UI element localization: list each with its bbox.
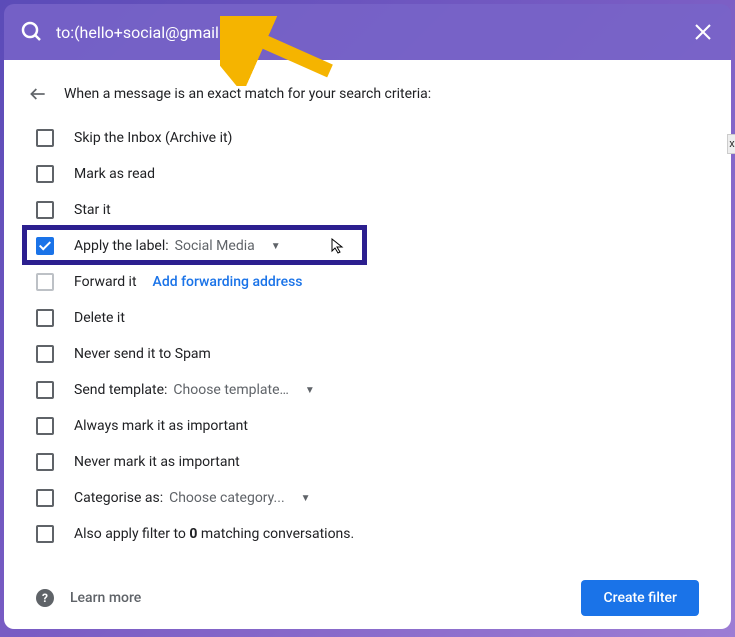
panel-header: When a message is an exact match for you…	[12, 80, 723, 120]
learn-more-text: Learn more	[70, 590, 141, 606]
checkbox-never-important[interactable]	[36, 453, 54, 471]
option-skip-inbox: Skip the Inbox (Archive it)	[12, 120, 723, 156]
option-send-template: Send template: Choose template… ▼	[12, 372, 723, 408]
close-icon[interactable]	[691, 20, 715, 44]
option-mark-important: Always mark it as important	[12, 408, 723, 444]
option-star: Star it	[12, 192, 723, 228]
checkbox-mark-read[interactable]	[36, 165, 54, 183]
filter-panel: x When a message is an exact match for y…	[4, 60, 731, 629]
cursor-icon	[330, 238, 346, 254]
option-apply-label: Apply the label: Social Media ▼	[12, 228, 723, 264]
checkbox-star[interactable]	[36, 201, 54, 219]
label-delete: Delete it	[74, 310, 125, 326]
help-icon: ?	[36, 589, 54, 607]
learn-more-link[interactable]: ? Learn more	[36, 589, 141, 607]
option-delete: Delete it	[12, 300, 723, 336]
label-categorise: Categorise as:	[74, 490, 163, 506]
label-star: Star it	[74, 202, 111, 218]
dropdown-send-template-value: Choose template…	[173, 382, 288, 398]
checkbox-delete[interactable]	[36, 309, 54, 327]
chevron-down-icon: ▼	[271, 241, 281, 252]
checkbox-mark-important[interactable]	[36, 417, 54, 435]
option-forward: Forward it Add forwarding address	[12, 264, 723, 300]
checkbox-also-apply[interactable]	[36, 525, 54, 543]
checkbox-categorise[interactable]	[36, 489, 54, 507]
checkbox-send-template[interactable]	[36, 381, 54, 399]
create-filter-button[interactable]: Create filter	[581, 580, 699, 616]
label-apply-label: Apply the label:	[74, 238, 169, 254]
option-categorise: Categorise as: Choose category... ▼	[12, 480, 723, 516]
option-never-spam: Never send it to Spam	[12, 336, 723, 372]
back-icon[interactable]	[28, 84, 48, 104]
dropdown-apply-label[interactable]: Social Media ▼	[175, 238, 281, 254]
header-text: When a message is an exact match for you…	[64, 86, 431, 102]
label-never-spam: Never send it to Spam	[74, 346, 211, 362]
panel-footer: ? Learn more Create filter	[12, 560, 723, 616]
search-query[interactable]: to:(hello+social@gmail.com)	[56, 23, 691, 42]
dropdown-send-template[interactable]: Choose template… ▼	[173, 382, 314, 398]
checkbox-never-spam[interactable]	[36, 345, 54, 363]
option-also-apply: Also apply filter to 0 matching conversa…	[12, 516, 723, 552]
dropdown-categorise-value: Choose category...	[169, 490, 285, 506]
dropdown-apply-label-value: Social Media	[175, 238, 255, 254]
label-mark-read: Mark as read	[74, 166, 155, 182]
chevron-down-icon: ▼	[305, 385, 315, 396]
search-bar: to:(hello+social@gmail.com)	[4, 4, 731, 60]
search-icon	[20, 20, 44, 44]
dropdown-categorise[interactable]: Choose category... ▼	[169, 490, 310, 506]
label-forward: Forward it	[74, 274, 137, 290]
chevron-down-icon: ▼	[301, 493, 311, 504]
checkbox-apply-label[interactable]	[36, 237, 54, 255]
peek-fragment: x	[727, 134, 735, 154]
label-send-template: Send template:	[74, 382, 167, 398]
checkbox-forward[interactable]	[36, 273, 54, 291]
option-mark-read: Mark as read	[12, 156, 723, 192]
option-never-important: Never mark it as important	[12, 444, 723, 480]
label-also-apply: Also apply filter to 0 matching conversa…	[74, 526, 354, 542]
label-never-important: Never mark it as important	[74, 454, 240, 470]
checkbox-skip-inbox[interactable]	[36, 129, 54, 147]
label-skip-inbox: Skip the Inbox (Archive it)	[74, 130, 232, 146]
label-mark-important: Always mark it as important	[74, 418, 248, 434]
link-add-forwarding[interactable]: Add forwarding address	[153, 274, 303, 290]
